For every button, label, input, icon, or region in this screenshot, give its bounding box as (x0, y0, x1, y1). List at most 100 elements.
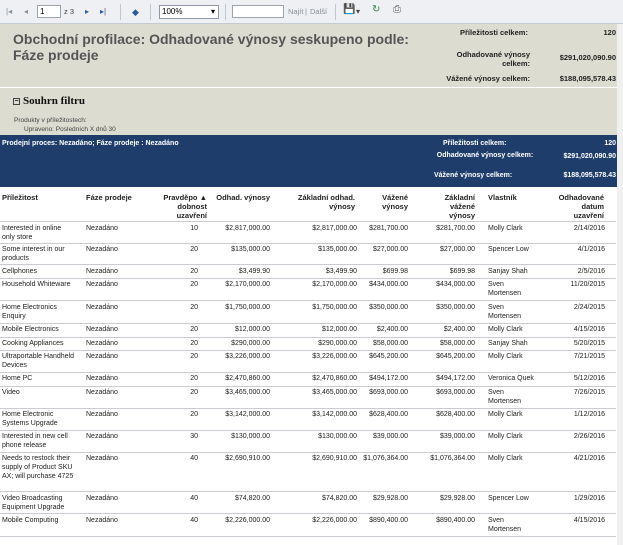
cell-est-revenue: $1,750,000.00 (225, 304, 270, 311)
cell-est-revenue: $130,000.00 (231, 433, 270, 440)
cell-base-est-revenue: $3,465,000.00 (312, 389, 357, 396)
cell-probability: 10 (190, 225, 198, 232)
cell-owner: Spencer Low (488, 246, 529, 253)
back-to-parent-icon[interactable]: ◆ (132, 6, 139, 18)
toolbar-divider (150, 4, 151, 20)
col-header-est-revenue[interactable]: Odhad. výnosy (210, 193, 270, 202)
cell-weighted: $58,000.00 (372, 340, 408, 347)
cell-owner: Sven Mortensen (488, 304, 522, 320)
cell-weighted: $1,076,364.00 (363, 455, 408, 462)
cell-weighted: $494,172.00 (369, 375, 408, 382)
print-icon[interactable]: ⎙ (393, 4, 401, 16)
filter-summary-title: Souhrn filtru (23, 95, 86, 107)
next-page-icon[interactable]: ▸ (85, 6, 89, 18)
cell-base-weighted: $693,000.00 (436, 389, 475, 396)
cell-probability: 40 (190, 517, 198, 524)
cell-base-est-revenue: $3,499.90 (325, 268, 357, 275)
report-toolbar: |◂ ◂ z 3 ▸ ▸| ◆ 100% ▾ Najít | Další 💾 ▾… (0, 0, 623, 24)
cell-owner: Spencer Low (488, 495, 529, 502)
cell-weighted: $29,928.00 (372, 495, 408, 502)
col-header-opportunity[interactable]: Příležitost (2, 193, 72, 202)
cell-opportunity: Some interest in our products (2, 246, 65, 262)
est-revenue-total-value: $291,020,090.90 (559, 53, 616, 62)
toolbar-divider (335, 4, 336, 20)
row-divider (0, 337, 616, 338)
row-divider (0, 243, 616, 244)
cell-owner: Sanjay Shah (488, 340, 528, 347)
vertical-scrollbar[interactable] (617, 24, 623, 545)
cell-stage: Nezadáno (86, 225, 118, 232)
zoom-select[interactable]: 100% ▾ (159, 5, 219, 19)
refresh-icon[interactable]: ↻ (372, 4, 380, 16)
col-header-base-weighted[interactable]: Základní vážené výnosy (430, 193, 475, 220)
zoom-value: 100% (162, 7, 183, 16)
cell-base-est-revenue: $135,000.00 (318, 246, 357, 253)
cell-base-weighted: $1,076,364.00 (430, 455, 475, 462)
cell-base-weighted: $350,000.00 (436, 304, 475, 311)
col-header-weighted[interactable]: Vážené výnosy (368, 193, 408, 211)
last-page-icon[interactable]: ▸| (100, 6, 106, 18)
cell-est-revenue: $2,817,000.00 (225, 225, 270, 232)
cell-base-weighted: $699.98 (449, 268, 475, 275)
cell-base-est-revenue: $2,226,000.00 (312, 517, 357, 524)
row-divider (0, 372, 616, 373)
page-number-input[interactable] (37, 5, 61, 18)
group-label: Prodejní proces: Nezadáno; Fáze prodeje … (2, 140, 179, 147)
col-header-stage[interactable]: Fáze prodeje (86, 193, 146, 202)
group-opportunities-value: 120 (604, 140, 616, 147)
find-link[interactable]: Najít (288, 7, 303, 16)
cell-weighted: $434,000.00 (369, 281, 408, 288)
cell-base-weighted: $39,000.00 (439, 433, 475, 440)
cell-base-est-revenue: $3,142,000.00 (312, 411, 357, 418)
cell-base-est-revenue: $290,000.00 (318, 340, 357, 347)
cell-base-weighted: $29,928.00 (439, 495, 475, 502)
cell-est-revenue: $3,142,000.00 (225, 411, 270, 418)
first-page-icon[interactable]: |◂ (6, 6, 12, 18)
filter-summary-toggle[interactable]: − Souhrn filtru (13, 95, 85, 107)
cell-opportunity: Ultraportable Handheld Devices (2, 353, 74, 369)
row-divider (0, 452, 616, 453)
col-header-owner[interactable]: Vlastník (488, 193, 538, 202)
row-divider (0, 264, 616, 265)
cell-opportunity: Interested in online only store (2, 225, 62, 241)
cell-owner: Molly Clark (488, 225, 523, 232)
cell-stage: Nezadáno (86, 375, 118, 382)
cell-opportunity: Video Broadcasting Equipment Upgrade (2, 495, 65, 511)
filter-line: Upraveno: Posledních X dnů 30 (24, 126, 116, 133)
cell-opportunity: Interested in new cell phone release (2, 433, 68, 449)
opportunities-total-value: 120 (603, 28, 616, 37)
cell-owner: Veronica Quek (488, 375, 534, 382)
cell-weighted: $645,200.00 (369, 353, 408, 360)
cell-probability: 20 (190, 281, 198, 288)
col-header-base-est-revenue[interactable]: Základní odhad. výnosy (285, 193, 355, 211)
cell-stage: Nezadáno (86, 281, 118, 288)
cell-base-weighted: $628,400.00 (436, 411, 475, 418)
chevron-down-icon[interactable]: ▾ (356, 6, 360, 18)
cell-opportunity: Home Electronic Systems Upgrade (2, 411, 58, 427)
cell-owner: Sanjay Shah (488, 268, 528, 275)
prev-page-icon[interactable]: ◂ (24, 6, 28, 18)
cell-est-revenue: $3,499.90 (238, 268, 270, 275)
cell-base-weighted: $494,172.00 (436, 375, 475, 382)
cell-base-est-revenue: $3,226,000.00 (312, 353, 357, 360)
find-input[interactable] (232, 5, 284, 18)
cell-stage: Nezadáno (86, 389, 118, 396)
cell-probability: 40 (190, 495, 198, 502)
group-est-revenue-label: Odhadované výnosy celkem: (436, 152, 534, 159)
cell-base-est-revenue: $130,000.00 (318, 433, 357, 440)
cell-close-date: 4/21/2016 (573, 455, 605, 462)
cell-probability: 20 (190, 268, 198, 275)
cell-est-revenue: $3,465,000.00 (225, 389, 270, 396)
collapse-icon[interactable]: − (13, 98, 20, 105)
col-header-probability[interactable]: Pravděpo ▲ dobnost uzavření (155, 193, 207, 220)
export-icon[interactable]: 💾 (343, 4, 355, 16)
header-divider (0, 221, 616, 222)
cell-base-est-revenue: $12,000.00 (321, 326, 357, 333)
cell-weighted: $2,400.00 (376, 326, 408, 333)
col-header-close-date[interactable]: Odhadované datum uzavření (558, 193, 604, 220)
cell-close-date: 4/15/2016 (573, 326, 605, 333)
cell-stage: Nezadáno (86, 495, 118, 502)
cell-close-date: 2/24/2015 (573, 304, 605, 311)
find-next-link[interactable]: Další (310, 7, 327, 16)
cell-probability: 30 (190, 433, 198, 440)
